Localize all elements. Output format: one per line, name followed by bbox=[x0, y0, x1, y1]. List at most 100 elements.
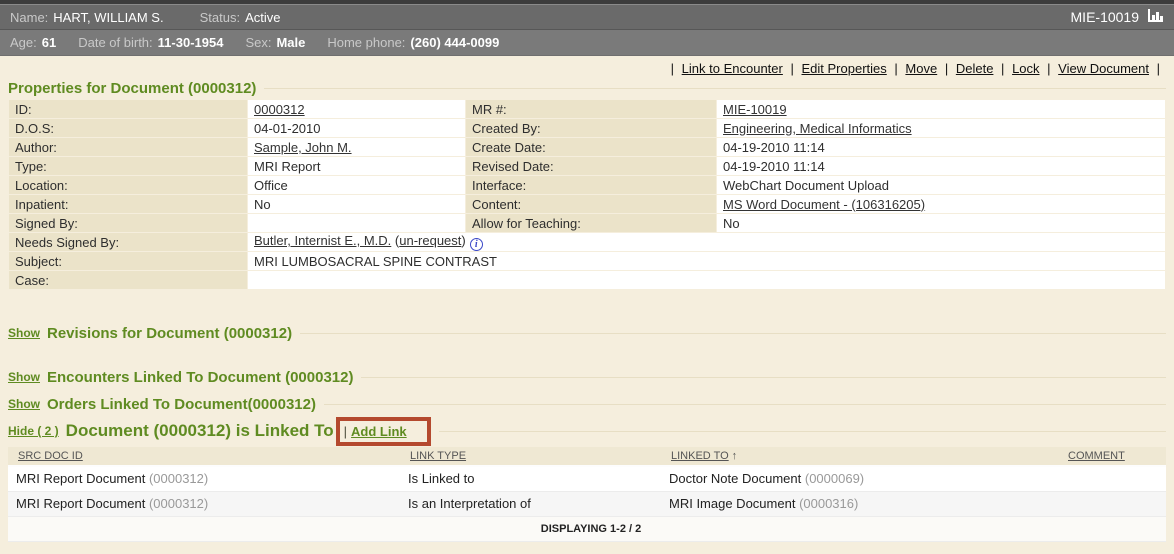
table-row: Signed By: Allow for Teaching: No bbox=[9, 214, 1165, 232]
author-link[interactable]: Sample, John M. bbox=[254, 140, 352, 155]
field-label-dos: D.O.S: bbox=[9, 119, 247, 137]
move-link[interactable]: Move bbox=[905, 61, 937, 76]
sort-ascending-icon[interactable]: ↑ bbox=[732, 450, 738, 462]
paging-status: DISPLAYING 1-2 / 2 bbox=[8, 516, 1166, 541]
comment bbox=[1058, 466, 1166, 491]
doc-id-link[interactable]: 0000312 bbox=[254, 102, 305, 117]
section-encounters: Show Encounters Linked To Document (0000… bbox=[8, 368, 1166, 386]
show-encounters-link[interactable]: Show bbox=[8, 370, 40, 384]
field-label-interface: Interface: bbox=[466, 176, 716, 194]
field-label-create-date: Create Date: bbox=[466, 138, 716, 156]
type-value: MRI Report bbox=[248, 157, 465, 175]
create-date-value: 04-19-2010 11:14 bbox=[717, 138, 1165, 156]
status-label: Status: bbox=[200, 10, 240, 25]
table-row: D.O.S: 04-01-2010 Created By: Engineerin… bbox=[9, 119, 1165, 137]
document-action-bar: | Link to Encounter | Edit Properties | … bbox=[8, 58, 1166, 78]
field-label-created-by: Created By: bbox=[466, 119, 716, 137]
action-separator: | bbox=[1047, 61, 1050, 76]
field-label-content: Content: bbox=[466, 195, 716, 213]
link-type: Is Linked to bbox=[400, 466, 661, 491]
linked-to-title: Document (0000312) is Linked To bbox=[66, 421, 334, 441]
field-label-id: ID: bbox=[9, 100, 247, 118]
case-value bbox=[248, 271, 1165, 289]
action-separator: | bbox=[1157, 61, 1160, 76]
divider bbox=[264, 88, 1166, 89]
patient-banner-row1: Name: HART, WILLIAM S. Status: Active MI… bbox=[0, 4, 1174, 30]
action-separator: | bbox=[945, 61, 948, 76]
linked-to-doc-id: (0000316) bbox=[799, 496, 858, 511]
signed-by-value bbox=[248, 214, 465, 232]
linked-documents-table: SRC DOC ID LINK TYPE LINKED TO↑ COMMENT … bbox=[8, 447, 1166, 542]
link-type: Is an Interpretation of bbox=[400, 491, 661, 516]
delete-link[interactable]: Delete bbox=[956, 61, 994, 76]
separator: | bbox=[344, 424, 347, 439]
patient-mrn: MIE-10019 bbox=[1071, 9, 1139, 25]
table-footer-row: DISPLAYING 1-2 / 2 bbox=[8, 516, 1166, 541]
add-link-button[interactable]: Add Link bbox=[351, 424, 407, 439]
inpatient-value: No bbox=[248, 195, 465, 213]
field-label-type: Type: bbox=[9, 157, 247, 175]
section-orders: Show Orders Linked To Document(0000312) bbox=[8, 395, 1166, 413]
field-label-location: Location: bbox=[9, 176, 247, 194]
encounters-title: Encounters Linked To Document (0000312) bbox=[47, 369, 353, 386]
field-label-mr: MR #: bbox=[466, 100, 716, 118]
show-orders-link[interactable]: Show bbox=[8, 397, 40, 411]
table-row: Author: Sample, John M. Create Date: 04-… bbox=[9, 138, 1165, 156]
src-doc: MRI Report Document bbox=[16, 496, 145, 511]
show-revisions-link[interactable]: Show bbox=[8, 326, 40, 340]
field-label-allow-teaching: Allow for Teaching: bbox=[466, 214, 716, 232]
hide-linked-link[interactable]: Hide ( 2 ) bbox=[8, 424, 59, 438]
dob-label: Date of birth: bbox=[78, 35, 152, 50]
paren: ) bbox=[461, 233, 465, 248]
patient-sex: Male bbox=[276, 35, 305, 50]
table-row: Subject: MRI LUMBOSACRAL SPINE CONTRAST bbox=[9, 252, 1165, 270]
linked-to-doc-id: (0000069) bbox=[805, 471, 864, 486]
table-row: Needs Signed By: Butler, Internist E., M… bbox=[9, 233, 1165, 251]
linked-to-doc: MRI Image Document bbox=[669, 496, 795, 511]
created-by-link[interactable]: Engineering, Medical Informatics bbox=[723, 121, 912, 136]
divider bbox=[300, 333, 1166, 334]
table-row: ID: 0000312 MR #: MIE-10019 bbox=[9, 100, 1165, 118]
action-separator: | bbox=[790, 61, 793, 76]
col-link-type[interactable]: LINK TYPE bbox=[410, 450, 466, 462]
mr-number-link[interactable]: MIE-10019 bbox=[723, 102, 787, 117]
field-label-signed-by: Signed By: bbox=[9, 214, 247, 232]
section-revisions: Show Revisions for Document (0000312) bbox=[8, 324, 1166, 342]
un-request-link[interactable]: un-request bbox=[399, 233, 461, 248]
info-icon[interactable]: i bbox=[470, 238, 483, 251]
field-label-author: Author: bbox=[9, 138, 247, 156]
name-label: Name: bbox=[10, 10, 48, 25]
divider bbox=[324, 404, 1166, 405]
table-row: MRI Report Document (0000312) Is an Inte… bbox=[8, 491, 1166, 516]
revisions-title: Revisions for Document (0000312) bbox=[47, 325, 292, 342]
col-linked-to[interactable]: LINKED TO bbox=[671, 450, 729, 462]
patient-name: HART, WILLIAM S. bbox=[53, 10, 163, 25]
action-separator: | bbox=[671, 61, 674, 76]
divider bbox=[439, 431, 1166, 432]
link-to-encounter-link[interactable]: Link to Encounter bbox=[682, 61, 783, 76]
col-src-doc-id[interactable]: SRC DOC ID bbox=[18, 450, 83, 462]
sex-label: Sex: bbox=[245, 35, 271, 50]
action-separator: | bbox=[1001, 61, 1004, 76]
src-doc: MRI Report Document bbox=[16, 471, 145, 486]
edit-properties-link[interactable]: Edit Properties bbox=[802, 61, 887, 76]
table-row: Location: Office Interface: WebChart Doc… bbox=[9, 176, 1165, 194]
patient-age: 61 bbox=[42, 35, 56, 50]
table-header-row: SRC DOC ID LINK TYPE LINKED TO↑ COMMENT bbox=[8, 447, 1166, 466]
patient-phone: (260) 444-0099 bbox=[410, 35, 499, 50]
dos-value: 04-01-2010 bbox=[248, 119, 465, 137]
col-comment[interactable]: COMMENT bbox=[1068, 450, 1125, 462]
field-label-case: Case: bbox=[9, 271, 247, 289]
field-label-subject: Subject: bbox=[9, 252, 247, 270]
field-label-inpatient: Inpatient: bbox=[9, 195, 247, 213]
content-link[interactable]: MS Word Document - (106316205) bbox=[723, 197, 925, 212]
allow-teaching-value: No bbox=[717, 214, 1165, 232]
patient-banner-row2: Age: 61 Date of birth: 11-30-1954 Sex: M… bbox=[0, 30, 1174, 56]
section-linked-to: Hide ( 2 ) Document (0000312) is Linked … bbox=[8, 415, 1166, 447]
view-document-link[interactable]: View Document bbox=[1058, 61, 1149, 76]
chart-icon[interactable] bbox=[1147, 8, 1164, 26]
needs-signed-by-link[interactable]: Butler, Internist E., M.D. bbox=[254, 233, 391, 248]
location-value: Office bbox=[248, 176, 465, 194]
lock-link[interactable]: Lock bbox=[1012, 61, 1039, 76]
interface-value: WebChart Document Upload bbox=[717, 176, 1165, 194]
